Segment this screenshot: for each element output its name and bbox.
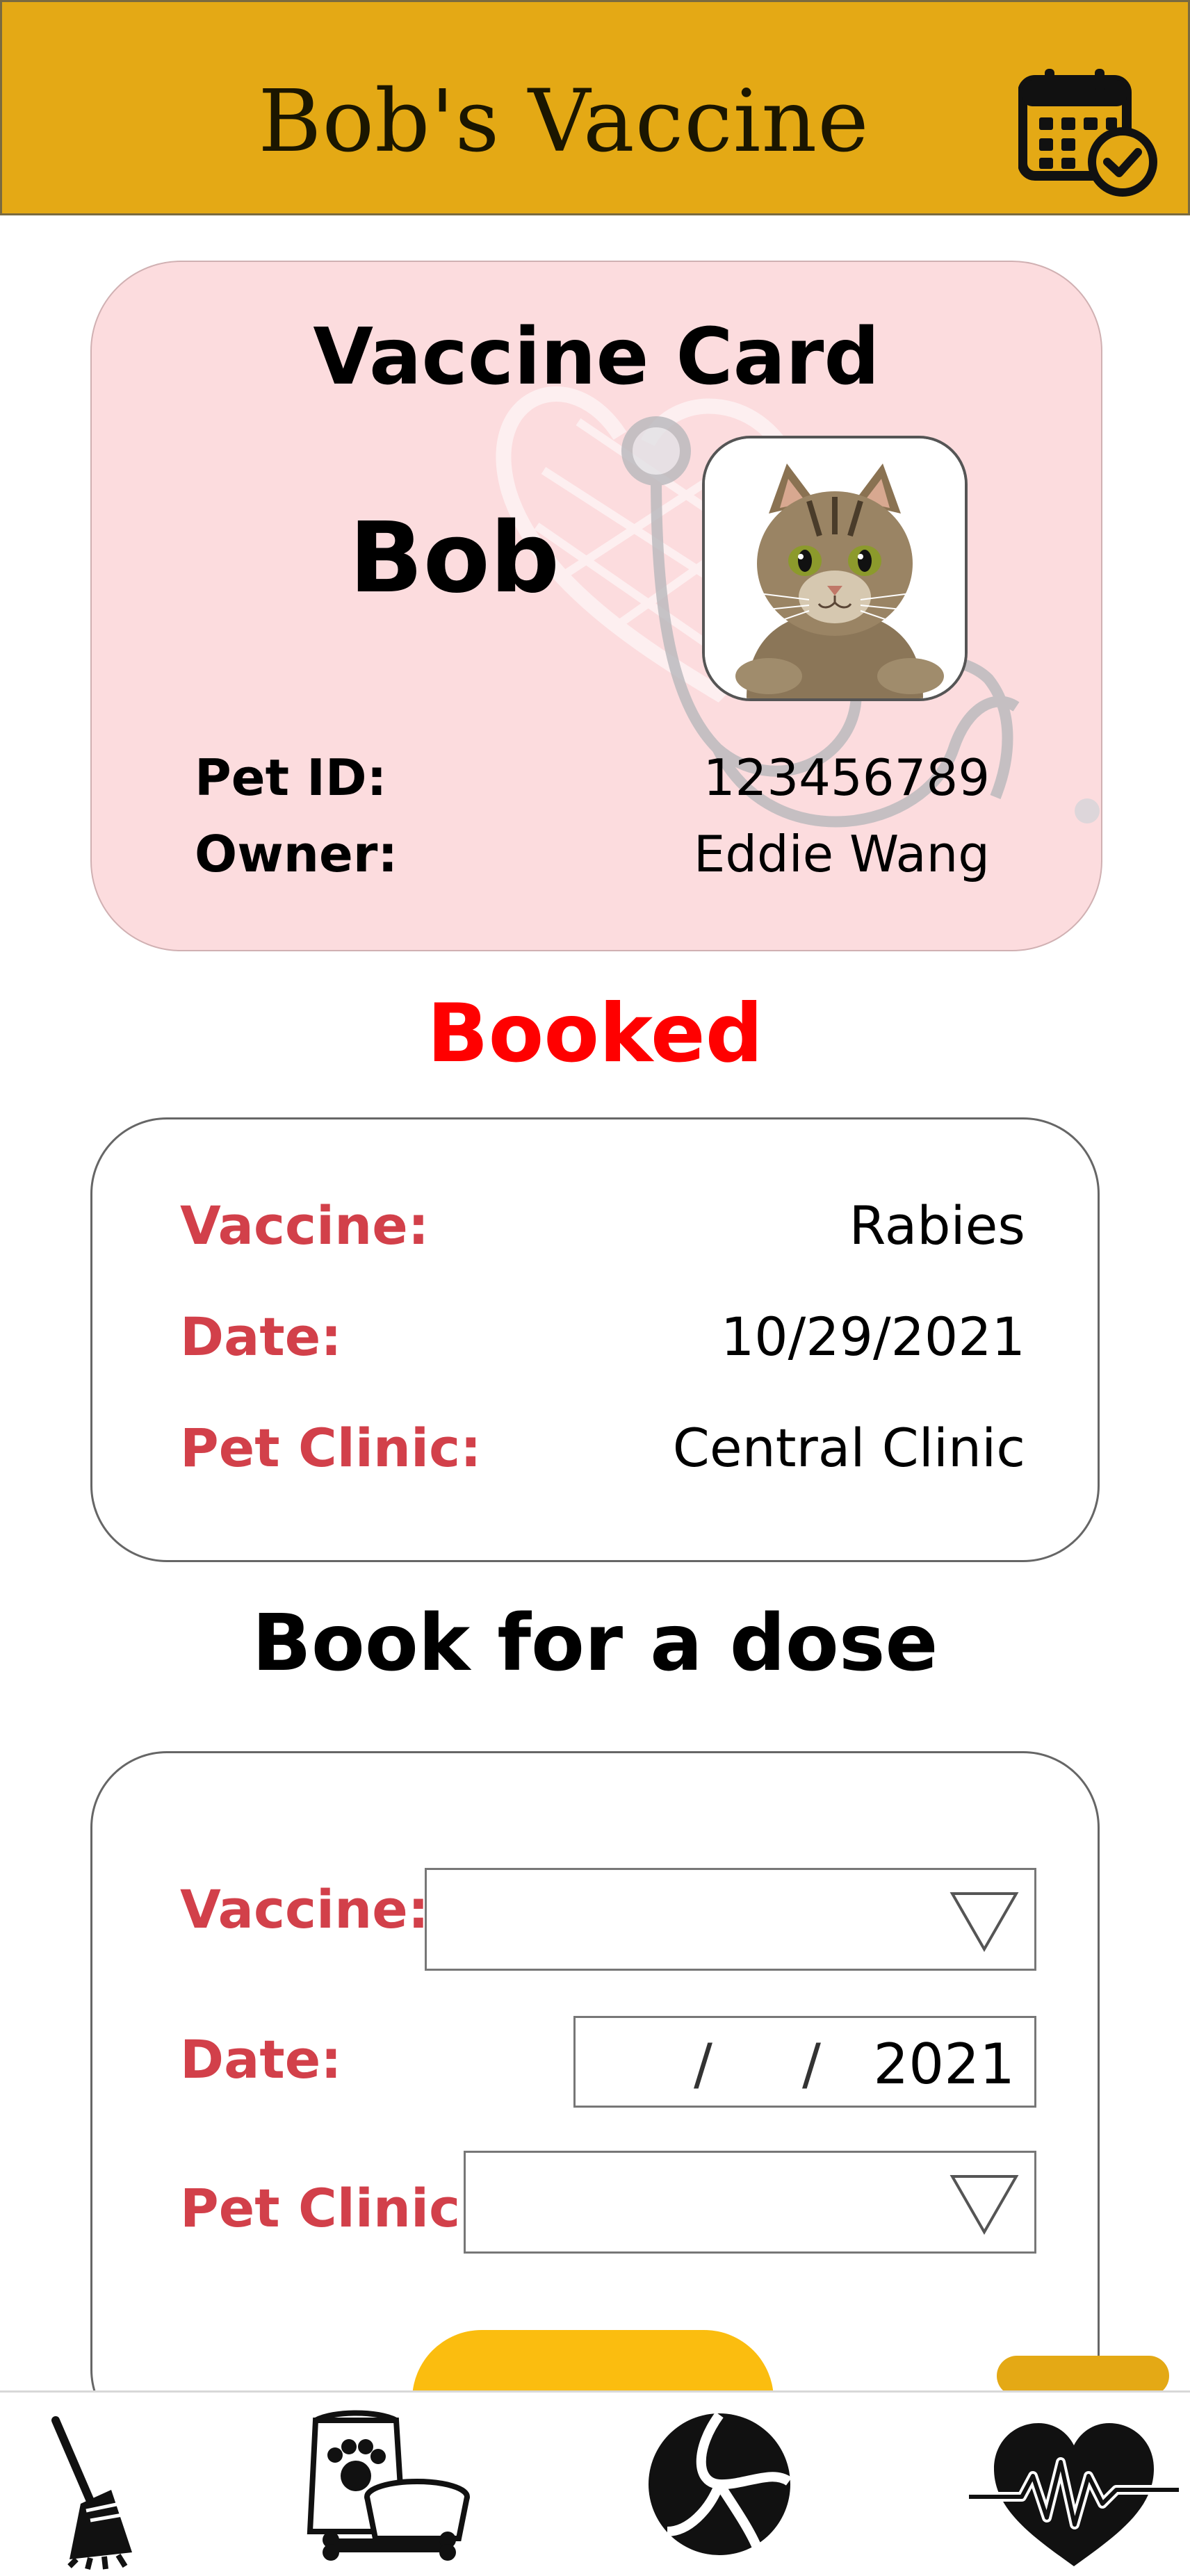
pet-name: Bob (349, 502, 560, 615)
booked-date-label: Date: (180, 1306, 342, 1368)
nav-item-health[interactable] (966, 2393, 1182, 2576)
booked-clinic-label: Pet Clinic: (180, 1417, 482, 1479)
page-title: Bob's Vaccine (258, 72, 870, 172)
booking-form: Vaccine: Date: / / 2021 Pet Clinic: OK (90, 1751, 1100, 2469)
calendar-check-icon[interactable] (1018, 65, 1157, 197)
pet-id-label: Pet ID: (195, 748, 387, 807)
vaccine-select[interactable] (425, 1868, 1036, 1971)
card-title: Vaccine Card (313, 312, 880, 402)
triangle-down-icon (949, 2175, 1019, 2235)
form-clinic-label: Pet Clinic: (180, 2177, 482, 2239)
owner-label: Owner: (195, 825, 398, 883)
vaccine-card: Vaccine Card Bob Pet ID: 123456789 Owner… (90, 261, 1102, 951)
form-date-label: Date: (180, 2028, 342, 2090)
date-separator: / (802, 2032, 821, 2097)
booked-details: Vaccine: Rabies Date: 10/29/2021 Pet Cli… (90, 1117, 1100, 1562)
triangle-down-icon (949, 1892, 1019, 1953)
owner-value: Eddie Wang (693, 825, 990, 883)
date-year[interactable]: 2021 (873, 2032, 1015, 2097)
pet-food-icon (307, 2410, 470, 2561)
broom-icon (51, 2416, 132, 2570)
heartbeat-icon (969, 2423, 1179, 2566)
bottom-nav (0, 2390, 1190, 2576)
nav-item-play[interactable] (639, 2393, 799, 2576)
booked-vaccine-value: Rabies (849, 1195, 1025, 1256)
book-section-title: Book for a dose (252, 1598, 938, 1689)
nav-item-food[interactable] (306, 2393, 473, 2576)
date-input[interactable]: / / 2021 (573, 2016, 1036, 2108)
ball-icon (649, 2411, 792, 2555)
date-separator: / (694, 2032, 712, 2097)
nav-item-grooming[interactable] (28, 2393, 153, 2576)
form-vaccine-label: Vaccine: (180, 1878, 430, 1940)
status-badge: Booked (427, 987, 763, 1081)
booked-vaccine-label: Vaccine: (180, 1195, 430, 1256)
clinic-select[interactable] (464, 2151, 1036, 2254)
booked-clinic-value: Central Clinic (672, 1417, 1025, 1479)
pet-photo (702, 436, 968, 701)
booked-date-value: 10/29/2021 (720, 1306, 1025, 1368)
app-header: Bob's Vaccine (0, 0, 1190, 215)
pet-id-value: 123456789 (703, 748, 990, 807)
